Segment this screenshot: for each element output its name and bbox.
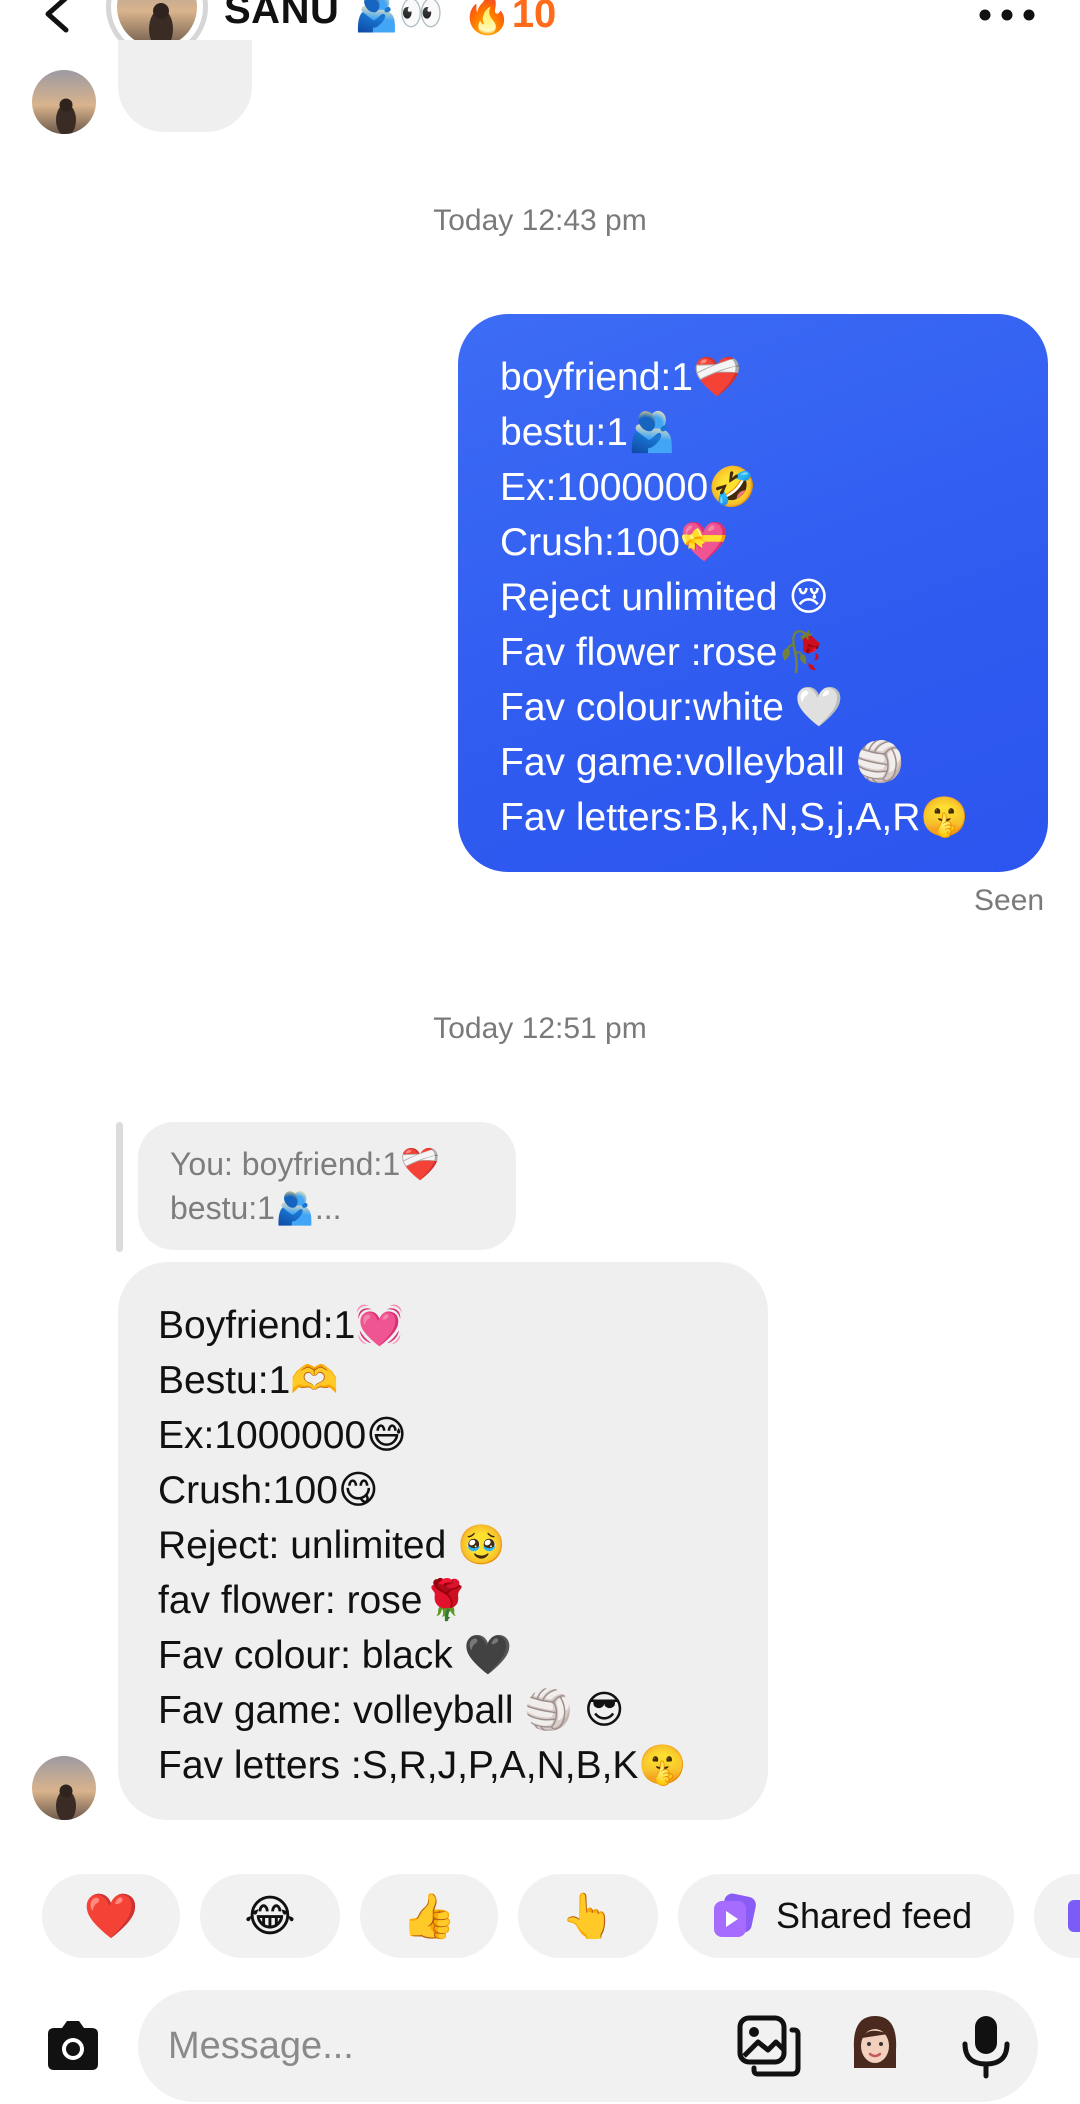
message-line: Boyfriend:1💓 — [158, 1304, 404, 1347]
gallery-button[interactable] — [736, 2012, 802, 2078]
message-line: Fav flower :rose🥀 — [500, 631, 826, 674]
sender-avatar[interactable] — [32, 70, 96, 134]
quick-reaction-thumbs-up[interactable]: 👍 — [360, 1874, 498, 1958]
message-line: Crush:100💝 — [500, 521, 729, 564]
more-options-button[interactable] — [976, 4, 1038, 26]
message-line: Fav letters :S,R,J,P,A,N,B,K🤫 — [158, 1744, 687, 1787]
chevron-left-icon — [45, 0, 69, 33]
timestamp: Today 12:43 pm — [433, 204, 647, 237]
shared-feed-icon — [714, 1893, 756, 1937]
message-line: Ex:1000000🤣 — [500, 466, 757, 509]
quick-reaction-overflow[interactable] — [1034, 1874, 1080, 1958]
microphone-icon — [962, 2016, 1010, 2079]
contact-name-emojis: 🫂👀 — [354, 0, 444, 33]
microphone-button[interactable] — [956, 2012, 1016, 2082]
message-line: Crush:100😋 — [158, 1469, 379, 1512]
message-line: Fav game:volleyball 🏐 — [500, 741, 905, 784]
message-line: Reject: unlimited 🥹 — [158, 1524, 506, 1567]
sender-avatar[interactable] — [32, 1756, 96, 1820]
gallery-icon — [737, 2015, 801, 2077]
camera-icon — [48, 2021, 98, 2070]
reply-preview-line: bestu:1🫂... — [170, 1190, 342, 1226]
timestamp: Today 12:51 pm — [433, 1012, 647, 1045]
received-message-bubble[interactable]: Boyfriend:1💓 Bestu:1🫶 Ex:1000000😅 Crush:… — [118, 1262, 768, 1820]
previous-message-bubble[interactable] — [118, 40, 252, 132]
sent-message-bubble[interactable]: boyfriend:1❤️‍🩹 bestu:1🫂 Ex:1000000🤣 Cru… — [458, 314, 1048, 872]
message-line: Ex:1000000😅 — [158, 1414, 407, 1457]
more-horizontal-icon — [979, 9, 1035, 21]
message-input[interactable] — [168, 2018, 728, 2074]
reply-preview-line: You: boyfriend:1❤️‍🩹 — [170, 1146, 440, 1182]
shared-feed-button[interactable]: Shared feed — [678, 1874, 1014, 1958]
replied-message-preview[interactable]: You: boyfriend:1❤️‍🩹 bestu:1🫂... — [138, 1122, 516, 1250]
camera-button[interactable] — [38, 2012, 108, 2082]
back-button[interactable] — [36, 0, 86, 42]
message-line: Reject unlimited 😢 — [500, 576, 829, 619]
message-line: Fav game: volleyball 🏐 😎 — [158, 1689, 625, 1732]
message-line: Fav letters:B,k,N,S,j,A,R🤫 — [500, 796, 969, 839]
reply-indicator — [116, 1122, 123, 1252]
streak-badge: 🔥10 — [462, 0, 556, 37]
quick-reaction-point-up[interactable]: 👆 — [518, 1874, 658, 1958]
streak-count: 10 — [511, 0, 557, 36]
contact-name[interactable]: SANU — [224, 0, 339, 33]
avatar-sticker-button[interactable] — [848, 2010, 902, 2080]
quick-reaction-laugh[interactable]: 😂 — [200, 1874, 340, 1958]
message-line: boyfriend:1❤️‍🩹 — [500, 356, 742, 399]
fire-icon: 🔥 — [462, 0, 512, 36]
message-line: bestu:1🫂 — [500, 411, 677, 454]
seen-status: Seen — [974, 884, 1045, 917]
shared-feed-label: Shared feed — [776, 1895, 973, 1936]
message-line: Bestu:1🫶 — [158, 1359, 339, 1402]
message-line: Fav colour: black 🖤 — [158, 1634, 513, 1677]
message-line: Fav colour:white 🤍 — [500, 686, 844, 729]
message-line: fav flower: rose🌹 — [158, 1579, 471, 1622]
avatar-sticker-icon — [853, 2016, 897, 2068]
message-composer — [138, 1990, 1038, 2102]
quick-reaction-heart[interactable]: ❤️ — [42, 1874, 180, 1958]
